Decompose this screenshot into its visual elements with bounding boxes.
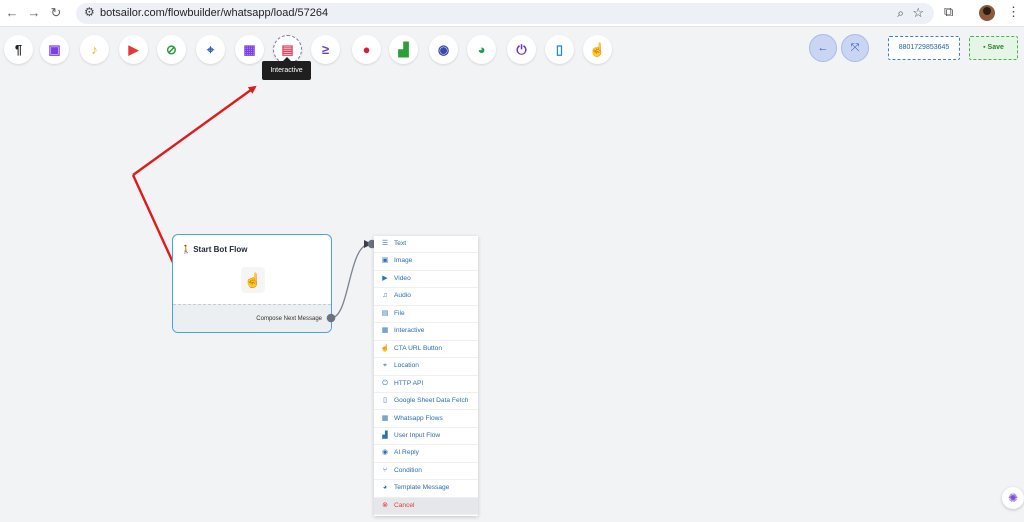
menu-item-label: File (394, 309, 405, 317)
menu-item-google-sheet-data-fetch[interactable]: ▯ Google Sheet Data Fetch (374, 393, 478, 411)
menu-item-icon: ▶ (382, 274, 388, 282)
menu-item-icon: ▤ (381, 309, 389, 317)
menu-item-icon: ▦ (381, 414, 389, 422)
menu-item-http-api[interactable]: ⏻ HTTP API (374, 376, 478, 393)
menu-item-icon: ♫ (382, 292, 388, 300)
menu-item-location[interactable]: ⌖ Location (374, 358, 478, 376)
menu-item-icon: ⑂ (382, 466, 388, 474)
menu-item-label: Video (394, 274, 411, 282)
menu-item-label: Cancel (394, 501, 415, 509)
menu-item-label: Whatsapp Flows (394, 414, 443, 422)
menu-item-icon: ▦ (381, 327, 389, 335)
menu-item-label: Condition (394, 466, 422, 474)
hand-cursor-icon: ☝ (241, 267, 265, 293)
brain-icon[interactable]: ✺ (1002, 487, 1024, 509)
node-footer: Compose Next Message (173, 304, 331, 332)
node-title-text: Start Bot Flow (193, 245, 248, 254)
menu-item-icon: ▯ (383, 397, 387, 405)
menu-item-user-input-flow[interactable]: ▟ User Input Flow (374, 428, 478, 446)
menu-item-text[interactable]: ☰ Text (374, 236, 478, 254)
add-component-menu: ☰ Text ▣ Image ▶ Video ♫ Audio ▤ File ▦ Interactive… (374, 236, 478, 516)
person-walking-icon: 🚶 (181, 245, 191, 254)
menu-item-label: Google Sheet Data Fetch (394, 397, 469, 405)
menu-item-icon: ☝ (380, 344, 390, 352)
menu-item-icon: ⌖ (383, 362, 387, 370)
menu-item-icon: ▟ (382, 431, 388, 439)
menu-item-interactive[interactable]: ▦ Interactive (374, 323, 478, 341)
menu-item-whatsapp-flows[interactable]: ▦ Whatsapp Flows (374, 411, 478, 428)
menu-item-label: User Input Flow (394, 431, 441, 439)
menu-item-image[interactable]: ▣ Image (374, 253, 478, 271)
compose-next-message-label: Compose Next Message (256, 316, 322, 322)
menu-item-icon: ◉ (381, 449, 389, 457)
menu-item-label: CTA URL Button (394, 344, 443, 352)
canvas-overlay (131, 85, 372, 319)
menu-item-file[interactable]: ▤ File (374, 306, 478, 324)
menu-item-label: Image (394, 257, 413, 265)
menu-item-audio[interactable]: ♫ Audio (374, 288, 478, 306)
menu-item-condition[interactable]: ⑂ Condition (374, 463, 478, 481)
menu-item-label: Location (394, 362, 419, 370)
menu-item-label: Text (394, 240, 407, 247)
menu-item-icon: ⊗ (382, 501, 388, 509)
start-bot-flow-node[interactable]: 🚶 Start Bot Flow ☝ Compose Next Message (172, 234, 332, 333)
menu-item-cancel[interactable]: ⊗ Cancel (374, 497, 478, 516)
menu-item-cta-url-button[interactable]: ☝ CTA URL Button (374, 341, 478, 359)
menu-item-video[interactable]: ▶ Video (374, 271, 478, 289)
connector-line (330, 240, 372, 319)
menu-item-template-message[interactable]: ◕ Template Message (374, 480, 478, 498)
annotation-arrow-to-tool (132, 85, 257, 176)
menu-item-icon: ⏻ (382, 379, 388, 387)
menu-item-icon: ◕ (382, 484, 388, 492)
menu-item-icon: ☰ (381, 240, 389, 247)
menu-item-label: Template Message (394, 484, 450, 492)
menu-item-icon: ▣ (381, 257, 389, 265)
menu-item-label: HTTP API (394, 379, 424, 387)
menu-item-label: Interactive (394, 327, 425, 335)
menu-item-label: Audio (394, 292, 411, 300)
menu-item-ai-reply[interactable]: ◉ AI Reply (374, 445, 478, 463)
menu-item-label: AI Reply (394, 449, 419, 457)
node-title: 🚶 Start Bot Flow (181, 245, 247, 254)
